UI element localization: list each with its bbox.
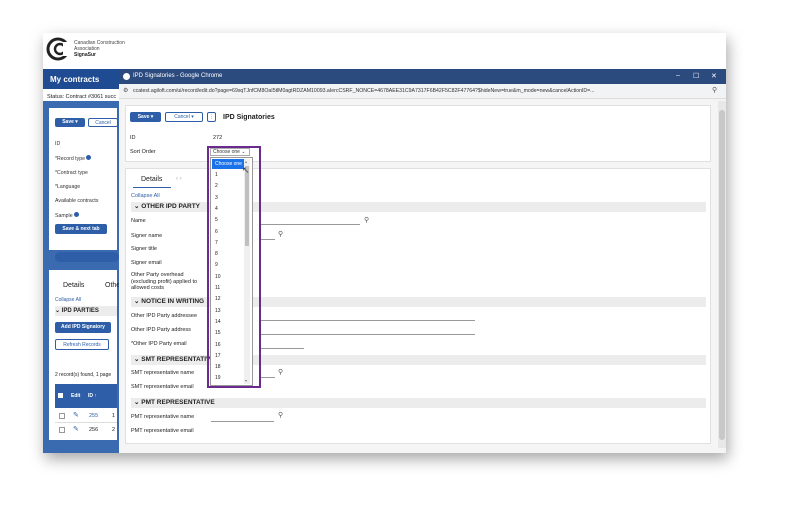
records-found-text: 2 record(s) found, 1 page — [55, 372, 112, 378]
search-icon[interactable]: ⚲ — [278, 411, 283, 419]
section-title: OTHER IPD PARTY — [141, 203, 201, 210]
bg-save-label: Save — [62, 119, 74, 125]
status-text: Status: Contract #3061 succ — [47, 94, 117, 100]
row-checkbox[interactable] — [59, 413, 65, 419]
edit-pencil-icon[interactable]: ✎ — [73, 425, 79, 433]
bg-field-label: Sample — [55, 212, 79, 219]
edit-pencil-icon[interactable]: ✎ — [73, 411, 79, 419]
page-scroll-thumb[interactable] — [719, 110, 725, 440]
field-pmt-email-label: PMT representative email — [131, 428, 194, 434]
cca-logo-icon — [46, 37, 71, 61]
row-id[interactable]: 256 — [89, 427, 98, 433]
field-smt-name-label: SMT representative name — [131, 370, 195, 376]
logo-text: Canadian Construction Association SignaS… — [74, 40, 125, 58]
field-overhead-label: Other Party overhead (excluding profit) … — [131, 272, 198, 291]
bg-field-text: *Record type — [55, 156, 85, 162]
collapse-all-link[interactable]: Collapse All — [131, 193, 160, 199]
address-input[interactable] — [260, 334, 475, 335]
name-input[interactable] — [260, 224, 360, 225]
chevron-down-icon: ▾ — [191, 114, 194, 120]
field-address-label: Other IPD Party address — [131, 327, 191, 333]
zoom-search-icon[interactable]: ⚲ — [712, 86, 717, 94]
section-title: SMT REPRESENTATIVE — [141, 356, 215, 363]
bg-section-title: IPD PARTIES — [61, 308, 99, 314]
address-bar[interactable]: ⚙ ccatest.agiloft.com/ui/record/edit.do?… — [119, 84, 726, 99]
bg-field-label: Available contracts — [55, 198, 99, 204]
logo-line: SignaSur — [74, 52, 96, 58]
bg-field-label: *Language — [55, 184, 81, 190]
field-addressee-label: Other IPD Party addressee — [131, 313, 198, 319]
bg-tab-other[interactable]: Othe — [105, 282, 120, 289]
chrome-icon — [123, 73, 130, 80]
maximize-button[interactable]: ☐ — [693, 72, 699, 80]
chevron-down-icon: ▾ — [150, 114, 154, 120]
cancel-label: Cancel — [174, 114, 190, 120]
field-signer-name-label: Signer name — [131, 233, 163, 239]
field-smt-email-label: SMT representative email — [131, 384, 194, 390]
bg-cancel-button[interactable]: Cancel — [88, 118, 118, 127]
col-header-edit[interactable]: Edit — [71, 393, 80, 399]
site-settings-icon[interactable]: ⚙ — [123, 87, 128, 94]
row-num: 2 — [112, 427, 116, 433]
bg-field-label: *Contract type — [55, 170, 88, 176]
bg-section-bar: ⌄ IPD PARTIES — [55, 306, 117, 316]
page-title: IPD Signatories — [223, 114, 275, 121]
select-all-checkbox[interactable] — [58, 393, 63, 398]
row-id[interactable]: 255 — [89, 413, 98, 419]
section-title: PMT REPRESENTATIVE — [141, 399, 215, 406]
tab-underline — [133, 187, 171, 188]
bg-progress-pill — [55, 252, 119, 262]
section-title: NOTICE IN WRITING — [141, 298, 205, 305]
url-text[interactable]: ccatest.agiloft.com/ui/record/edit.do?pa… — [133, 88, 703, 94]
row-checkbox[interactable] — [59, 427, 65, 433]
id-value: 272 — [213, 135, 223, 141]
add-ipd-signatory-button[interactable]: Add IPD Signatory — [55, 322, 111, 333]
refresh-records-button[interactable]: Refresh Records — [55, 339, 109, 350]
col-header-id[interactable]: ID ↑ — [88, 393, 97, 399]
smt-name-input[interactable] — [260, 377, 275, 378]
field-signer-email-label: Signer email — [131, 260, 162, 266]
search-icon[interactable]: ⚲ — [364, 216, 369, 224]
field-email-label: *Other IPD Party email — [131, 341, 187, 347]
field-pmt-name-label: PMT representative name — [131, 414, 195, 420]
email-input[interactable] — [260, 348, 304, 349]
search-icon[interactable]: ⚲ — [278, 368, 283, 376]
section-pmt-representative[interactable]: ⌄ PMT REPRESENTATIVE — [131, 398, 706, 408]
tab-details[interactable]: Details — [141, 176, 162, 183]
help-icon — [73, 212, 79, 217]
bg-save-button[interactable]: Save ▾ — [55, 118, 85, 127]
signer-name-input[interactable] — [260, 239, 275, 240]
app-header — [43, 33, 726, 70]
tab-scroll-arrows[interactable]: ‹ › — [176, 176, 182, 182]
highlight-outline — [207, 146, 261, 388]
minimize-button[interactable]: – — [676, 72, 680, 79]
pmt-name-input[interactable] — [211, 421, 274, 422]
addressee-input[interactable] — [260, 320, 475, 321]
cancel-button[interactable]: Cancel ▾ — [165, 112, 203, 122]
save-button[interactable]: Save ▾ — [130, 112, 161, 122]
sort-order-label: Sort Order — [130, 149, 156, 155]
id-label: ID — [130, 135, 136, 141]
bg-tab-details[interactable]: Details — [63, 282, 84, 289]
window-title: IPD Signatories - Google Chrome — [133, 73, 223, 79]
nav-title[interactable]: My contracts — [43, 69, 126, 89]
bg-field-text: Sample — [55, 213, 73, 219]
search-icon[interactable]: ⚲ — [278, 230, 283, 238]
close-button[interactable]: ✕ — [711, 72, 717, 80]
field-signer-title-label: Signer title — [131, 246, 157, 252]
bg-field-label: ID — [55, 141, 61, 147]
field-name-label: Name — [131, 218, 146, 224]
table-header — [55, 384, 117, 408]
save-next-tab-button[interactable]: Save & next tab — [55, 224, 107, 234]
row-num: 1 — [112, 413, 116, 419]
chevron-down-icon: ▾ — [75, 119, 78, 125]
save-label: Save — [137, 114, 150, 120]
help-icon — [86, 155, 91, 160]
window-titlebar: IPD Signatories - Google Chrome – ☐ ✕ — [119, 69, 726, 84]
more-options-button[interactable]: ⋮ — [207, 112, 216, 122]
bg-collapse-all-link[interactable]: Collapse All — [55, 297, 81, 303]
bg-field-label: *Record type — [55, 155, 91, 162]
